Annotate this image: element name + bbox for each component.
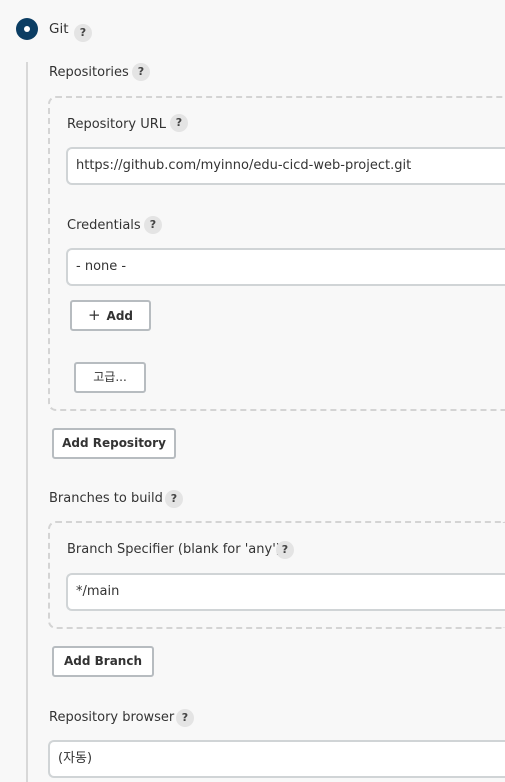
add-credentials-button[interactable]: + Add xyxy=(70,300,151,331)
repository-url-help-icon[interactable]: ? xyxy=(170,114,188,132)
add-branch-button[interactable]: Add Branch xyxy=(52,646,154,677)
repository-browser-select[interactable]: (자동) xyxy=(48,740,505,778)
repository-browser-label: Repository browser xyxy=(49,710,175,725)
repository-url-input[interactable]: https://github.com/myinno/edu-cicd-web-p… xyxy=(66,147,505,185)
git-radio-button[interactable] xyxy=(16,18,38,40)
scm-git-config-panel: Git ? Repositories ? Repository URL ? ht… xyxy=(0,0,505,782)
advanced-button[interactable]: 고급... xyxy=(74,362,146,393)
repositories-label: Repositories xyxy=(49,65,129,80)
nesting-divider xyxy=(26,62,28,782)
branch-specifier-input[interactable]: */main xyxy=(66,573,505,611)
repository-url-label: Repository URL xyxy=(67,117,167,132)
git-help-icon[interactable]: ? xyxy=(74,24,92,42)
credentials-help-icon[interactable]: ? xyxy=(144,216,162,234)
credentials-label: Credentials xyxy=(67,218,141,233)
branches-help-icon[interactable]: ? xyxy=(165,490,183,508)
git-radio-label: Git xyxy=(49,21,69,37)
branches-to-build-label: Branches to build xyxy=(49,491,163,506)
repositories-help-icon[interactable]: ? xyxy=(132,63,150,81)
repository-browser-help-icon[interactable]: ? xyxy=(176,709,194,727)
add-credentials-button-label: Add xyxy=(106,309,134,323)
credentials-select[interactable]: - none - xyxy=(66,248,505,286)
plus-icon: + xyxy=(87,306,101,324)
branch-specifier-help-icon[interactable]: ? xyxy=(276,541,294,559)
add-repository-button[interactable]: Add Repository xyxy=(52,428,176,459)
branch-specifier-label: Branch Specifier (blank for 'any') xyxy=(67,542,281,557)
